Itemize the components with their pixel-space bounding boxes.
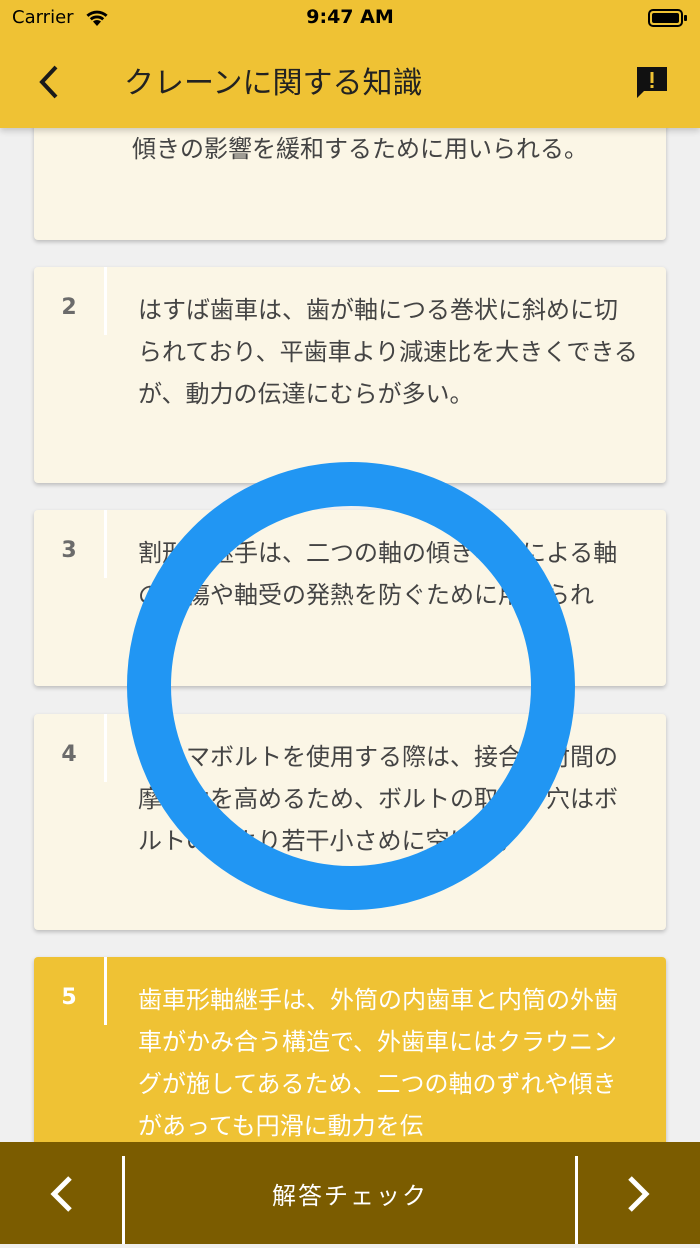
choice-divider: [104, 957, 107, 1025]
choice-card-2[interactable]: 2 はすば歯車は、歯が軸につる巻状に斜めに切られており、平歯車より減速比を大きく…: [34, 267, 666, 483]
page-title: クレーンに関する知識: [124, 66, 423, 101]
choice-divider: [104, 714, 107, 782]
choice-number: 4: [61, 742, 77, 767]
status-bar: Carrier 9:47 AM: [0, 0, 700, 36]
choice-text: はすば歯車は、歯が軸につる巻状に斜めに切られており、平歯車より減速比を大きくでき…: [138, 296, 638, 408]
chevron-right-icon: [628, 1176, 650, 1212]
choice-list: 傾きの影響を緩和するために用いられる。 2 はすば歯車は、歯が軸につる巻状に斜め…: [0, 128, 700, 1142]
choice-text: 歯車形軸継手は、外筒の内歯車と内筒の外歯車がかみ合う構造で、外歯車にはクラウニン…: [138, 986, 618, 1140]
choice-number: 2: [61, 295, 77, 320]
previous-question-button[interactable]: [0, 1142, 122, 1244]
choice-number: 5: [61, 985, 77, 1010]
feedback-icon: [637, 67, 667, 98]
choice-text: 割形軸継手は、二つの軸の傾きなどによる軸の損傷や軸受の発熱を防ぐために用いられる…: [138, 539, 618, 651]
choice-card-3[interactable]: 3 割形軸継手は、二つの軸の傾きなどによる軸の損傷や軸受の発熱を防ぐために用いら…: [34, 510, 666, 686]
back-button[interactable]: [34, 62, 64, 102]
chevron-left-icon: [50, 1176, 72, 1212]
next-question-button[interactable]: [578, 1142, 700, 1244]
battery-icon: [648, 9, 688, 31]
choice-number: 3: [61, 538, 77, 563]
choice-card-4[interactable]: 4 リーマボルトを使用する際は、接合部材間の摩擦力を高めるため、ボルトの取付け穴…: [34, 714, 666, 930]
report-button[interactable]: [634, 64, 670, 100]
choice-divider: [104, 510, 107, 578]
check-answer-button[interactable]: 解答チェック: [125, 1142, 575, 1244]
choice-card-1[interactable]: 傾きの影響を緩和するために用いられる。: [34, 128, 666, 240]
choice-divider: [104, 267, 107, 335]
app-header: Carrier 9:47 AM クレーンに関する知識: [0, 0, 700, 128]
chevron-left-icon: [39, 65, 58, 99]
choice-text: 傾きの影響を緩和するために用いられる。: [132, 135, 588, 163]
bottom-toolbar: 解答チェック: [0, 1142, 700, 1244]
choice-text: リーマボルトを使用する際は、接合部材間の摩擦力を高めるため、ボルトの取付け穴はボ…: [138, 743, 618, 855]
choice-card-5[interactable]: 5 歯車形軸継手は、外筒の内歯車と内筒の外歯車がかみ合う構造で、外歯車にはクラウ…: [34, 957, 666, 1142]
clock: 9:47 AM: [306, 6, 394, 28]
